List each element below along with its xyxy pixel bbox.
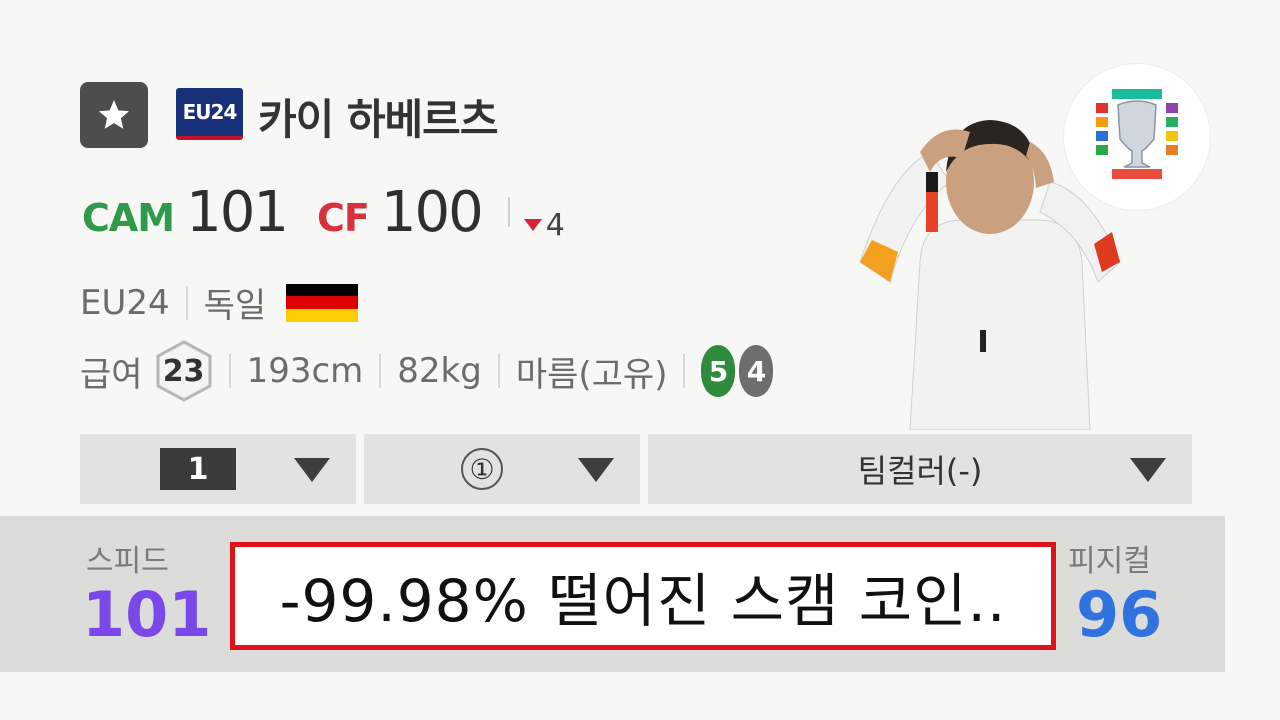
stat-label-physical: 피지컬 [1068,544,1151,579]
level-dropdown[interactable]: 1 [80,434,356,504]
tournament-trophy-logo-icon [1096,89,1178,179]
stat-value-speed: 101 [82,578,212,651]
position-ratings: CAM 101 CF 100 4 [82,180,565,245]
pay-badge: 23 [155,340,213,402]
primary-ovr: 101 [186,180,289,245]
pay-label: 급여 [80,354,143,395]
headline-callout: -99.98% 떨어진 스캠 코인.. [230,542,1056,650]
secondary-position: CF [317,196,370,240]
reinforce-dropdown[interactable]: ① [364,434,640,504]
secondary-ovr: 100 [380,180,484,245]
body-type-text: 마름(고유) [515,354,668,395]
stat-label-speed: 스피드 [86,544,169,579]
level-value: 1 [160,448,236,490]
height-text: 193cm [246,351,364,391]
season-text: EU24 [80,282,170,323]
caret-down-icon [1130,458,1166,482]
star-icon [99,100,129,129]
divider [497,354,500,388]
divider [683,354,686,388]
season-nation-row: EU24 독일 [80,278,359,327]
primary-position: CAM [82,196,175,240]
season-badge: EU24 [176,88,243,140]
caret-down-icon [294,458,330,482]
player-name: 카이 하베르츠 [258,95,498,144]
caret-down-icon [578,458,614,482]
ovr-change-value: 4 [545,207,565,243]
pay-value: 23 [162,353,205,389]
reinforce-value: ① [461,448,503,490]
player-info-row: 급여 23 193cm 82kg 마름(고유) 5 4 [80,340,774,402]
weak-foot-badge: 4 [739,345,774,397]
divider [228,354,231,388]
weight-text: 82kg [397,351,482,391]
germany-flag-icon [286,283,359,322]
nation-text: 독일 [203,286,267,326]
stat-value-physical: 96 [1076,578,1163,651]
euro-2024-logo [1064,64,1210,210]
team-color-value: 팀컬러(-) [857,452,983,490]
team-color-dropdown[interactable]: 팀컬러(-) [648,434,1192,504]
divider [379,354,382,388]
divider [507,197,510,227]
favorite-star-button[interactable] [80,82,148,148]
divider [185,285,188,320]
down-arrow-icon [523,219,542,231]
ovr-change: 4 [523,207,565,243]
strong-foot-badge: 5 [701,345,736,397]
